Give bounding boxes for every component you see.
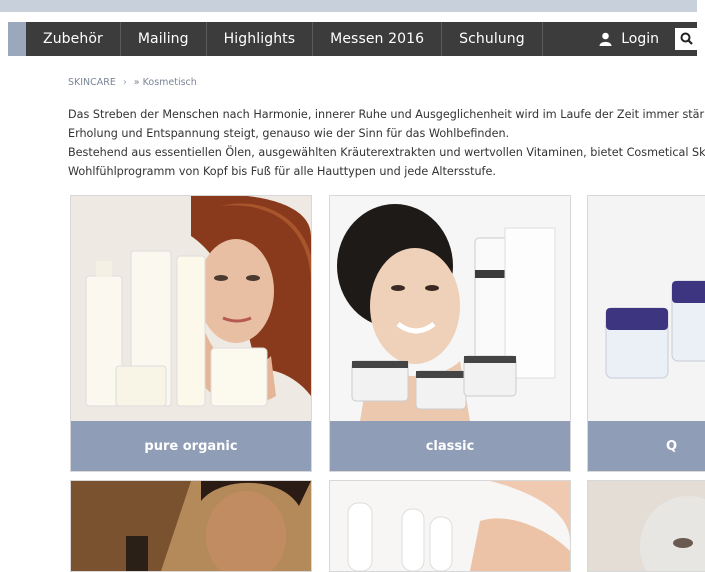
product-image-mask <box>588 481 705 571</box>
search-button[interactable] <box>675 28 697 50</box>
breadcrumb-current: Kosmetisch <box>142 77 197 88</box>
product-tile-pure-organic[interactable]: pure organic <box>70 195 312 472</box>
nav-item-schulung[interactable]: Schulung <box>442 22 543 56</box>
breadcrumb-arrow: › <box>122 77 127 88</box>
nav-item-zubehoer[interactable]: Zubehör <box>26 22 121 56</box>
intro-line: Erholung und Entspannung steigt, genauso… <box>68 127 510 140</box>
breadcrumb: SKINCARE › » Kosmetisch <box>68 77 197 88</box>
product-tile-men[interactable] <box>70 480 312 572</box>
breadcrumb-separator: » <box>133 77 140 88</box>
login-link[interactable]: Login <box>599 22 675 56</box>
nav-accent-bar <box>8 22 26 56</box>
product-tile-q10[interactable]: Q <box>587 195 705 472</box>
breadcrumb-skincare[interactable]: SKINCARE <box>68 77 116 88</box>
nav-item-mailing[interactable]: Mailing <box>121 22 207 56</box>
product-image-pure-organic <box>71 196 311 421</box>
product-label: pure organic <box>71 421 311 471</box>
main-navigation: Zubehör Mailing Highlights Messen 2016 S… <box>8 22 697 56</box>
product-label: Q <box>588 421 705 471</box>
product-label: classic <box>330 421 570 471</box>
intro-line: Wohlfühlprogramm von Kopf bis Fuß für al… <box>68 165 496 178</box>
product-image-q10 <box>588 196 705 421</box>
intro-line: Das Streben der Menschen nach Harmonie, … <box>68 108 705 121</box>
nav-item-messen-2016[interactable]: Messen 2016 <box>313 22 443 56</box>
nav-item-highlights[interactable]: Highlights <box>207 22 314 56</box>
product-tile-body[interactable] <box>329 480 571 572</box>
top-spacer <box>0 12 705 21</box>
intro-text: Das Streben der Menschen nach Harmonie, … <box>68 105 705 181</box>
product-image-body <box>330 481 570 571</box>
product-tile-classic[interactable]: classic <box>329 195 571 472</box>
product-image-men <box>71 481 311 571</box>
top-strip <box>0 0 697 12</box>
search-icon <box>680 30 693 49</box>
intro-line: Bestehend aus essentiellen Ölen, ausgewä… <box>68 146 705 159</box>
user-icon <box>599 32 612 46</box>
product-tile-mask[interactable] <box>587 480 705 572</box>
product-image-classic <box>330 196 570 421</box>
login-label: Login <box>621 31 659 47</box>
